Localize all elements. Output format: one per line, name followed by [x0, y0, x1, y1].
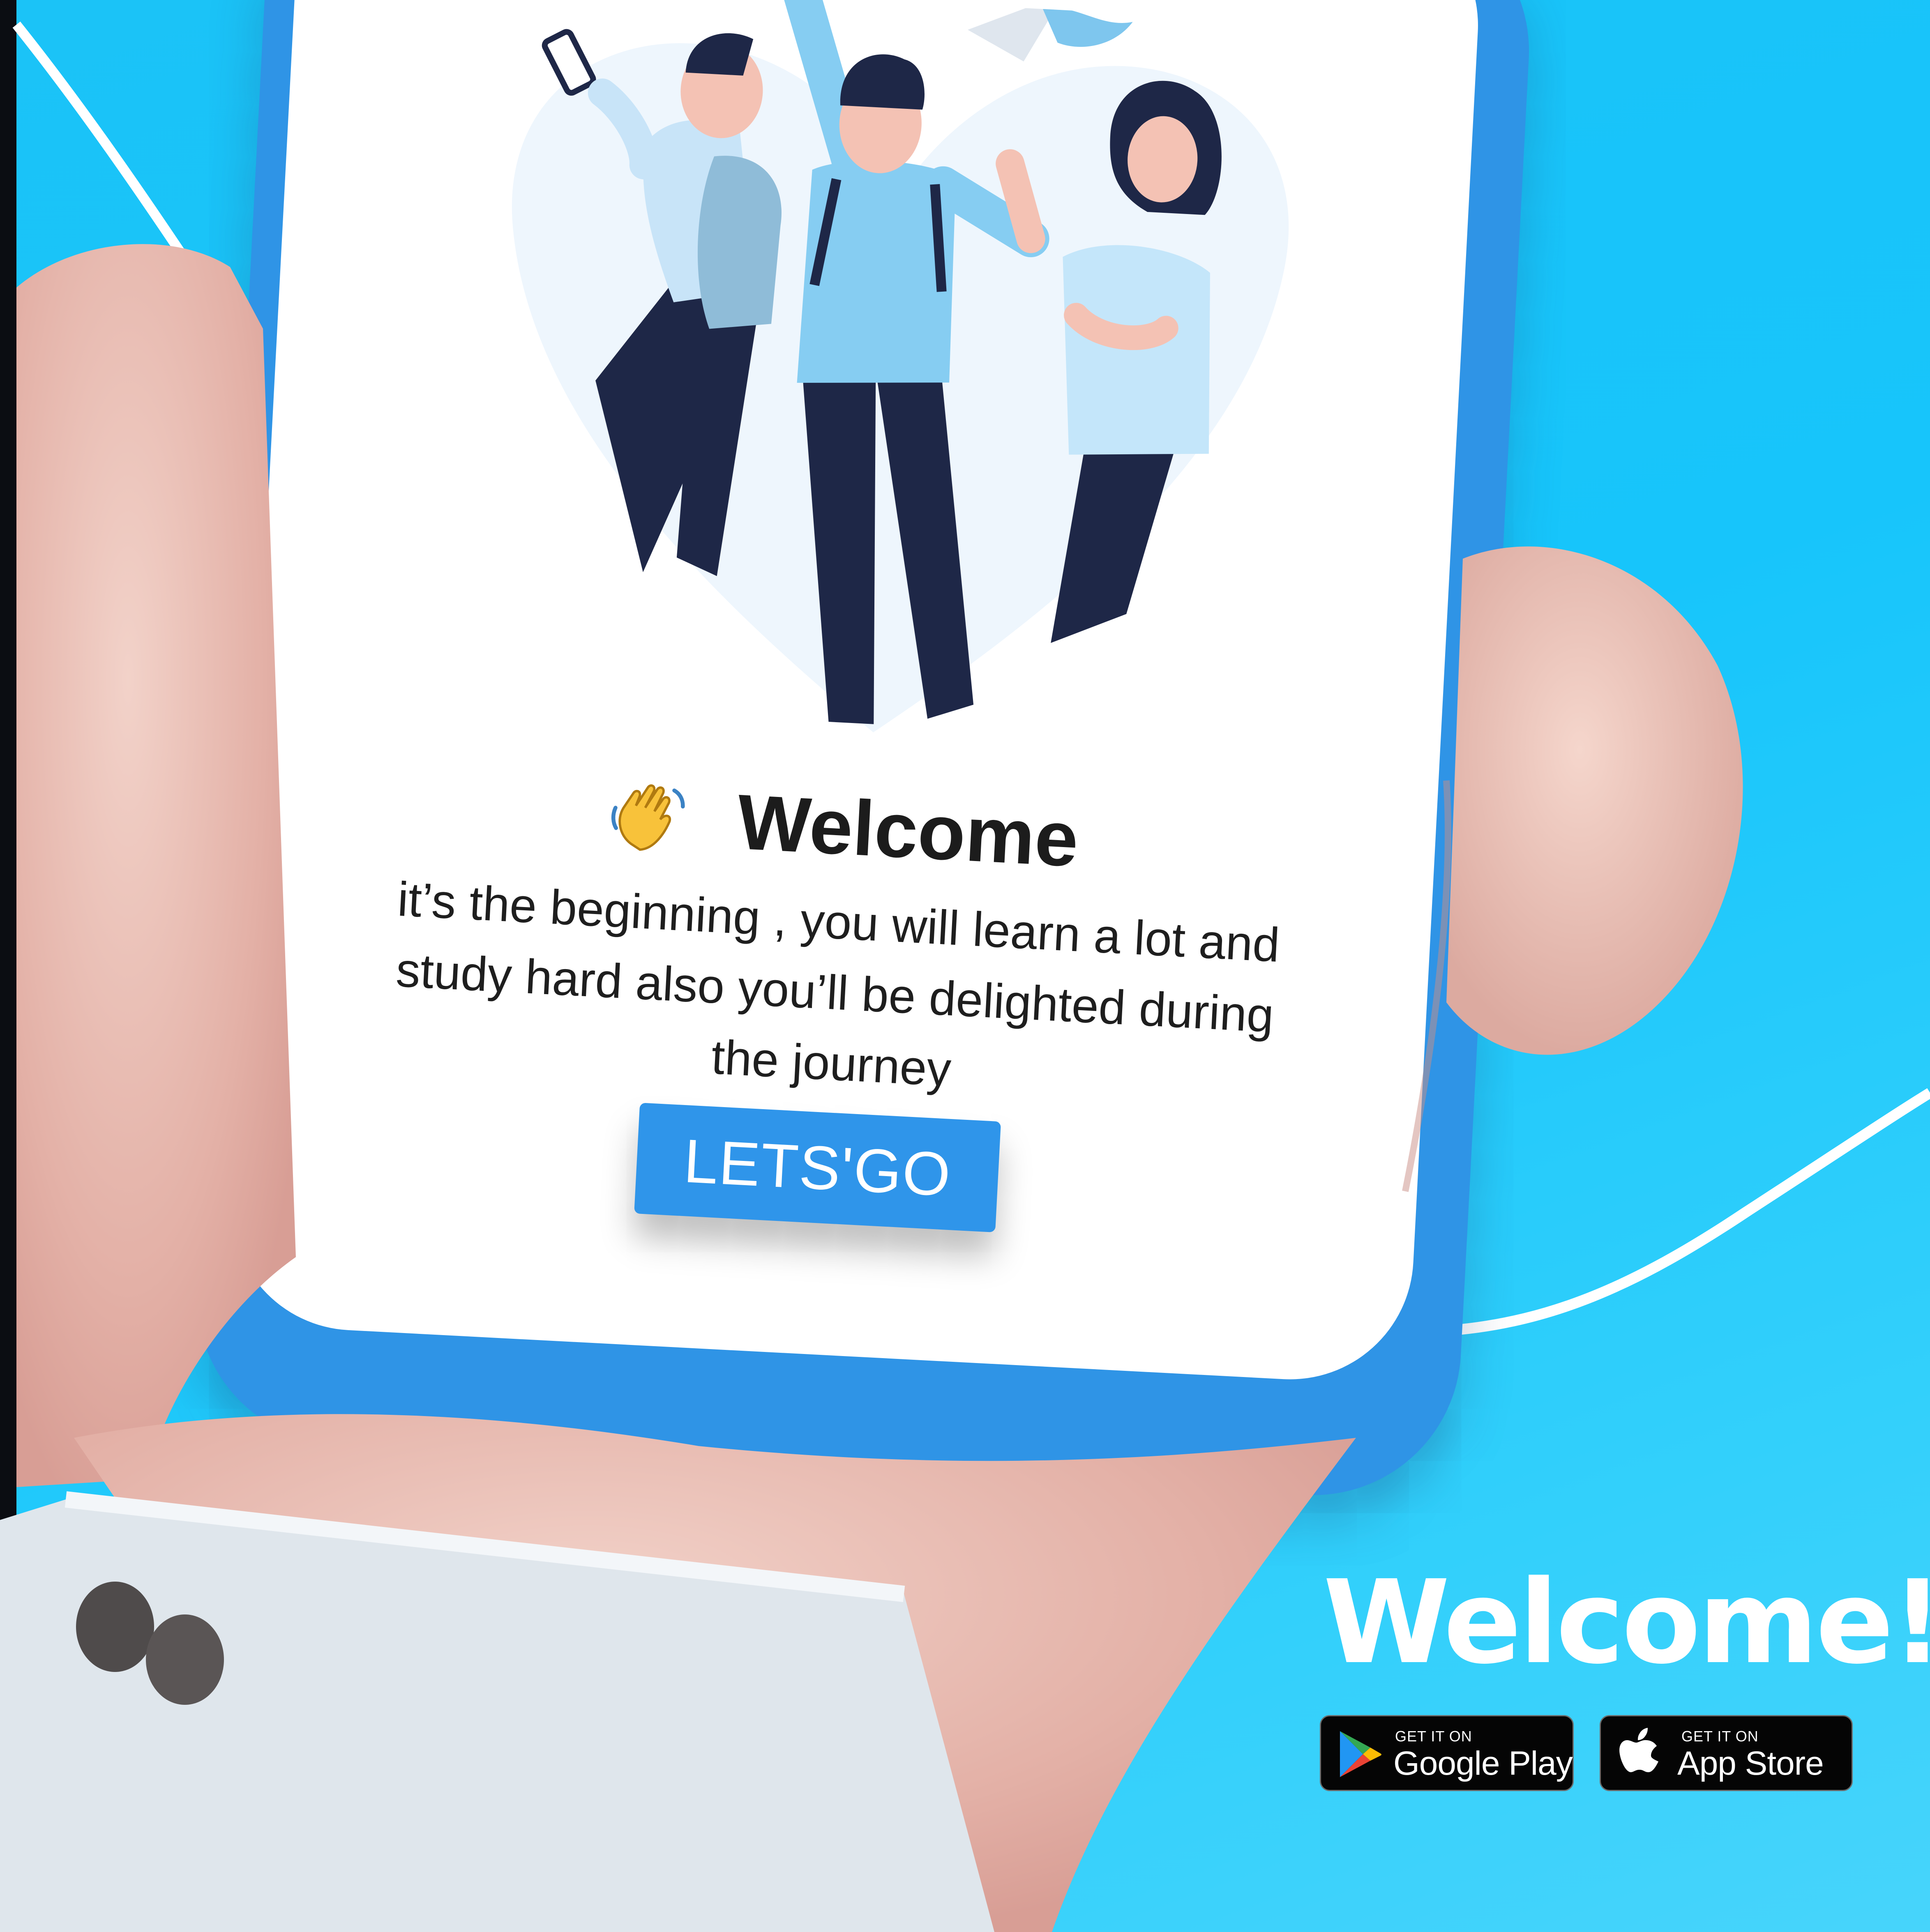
google-play-small-text: GET IT ON — [1395, 1728, 1472, 1745]
welcome-message: it’s the beginning , you will learn a lo… — [378, 864, 1292, 1122]
google-play-icon — [1340, 1731, 1381, 1777]
apple-icon — [1619, 1728, 1658, 1772]
welcome-illustration — [512, 0, 1289, 732]
screen-title: Welcome — [735, 778, 1081, 883]
app-store-big-text: App Store — [1677, 1745, 1824, 1782]
google-play-badge[interactable]: GET IT ON Google Play — [1320, 1715, 1574, 1791]
app-store-small-text: GET IT ON — [1681, 1728, 1759, 1745]
google-play-big-text: Google Play — [1393, 1745, 1573, 1782]
lets-go-button[interactable]: LETS'GO — [634, 1103, 1001, 1232]
promo-canvas: Welcome it’s the beginning , you will le… — [0, 0, 1930, 1932]
app-store-badge[interactable]: GET IT ON App Store — [1600, 1715, 1853, 1791]
promo-title: Welcome! — [1323, 1556, 1930, 1690]
waving-hand-icon — [611, 784, 685, 851]
phone-screen: Welcome it’s the beginning , you will le… — [225, 0, 1485, 1386]
